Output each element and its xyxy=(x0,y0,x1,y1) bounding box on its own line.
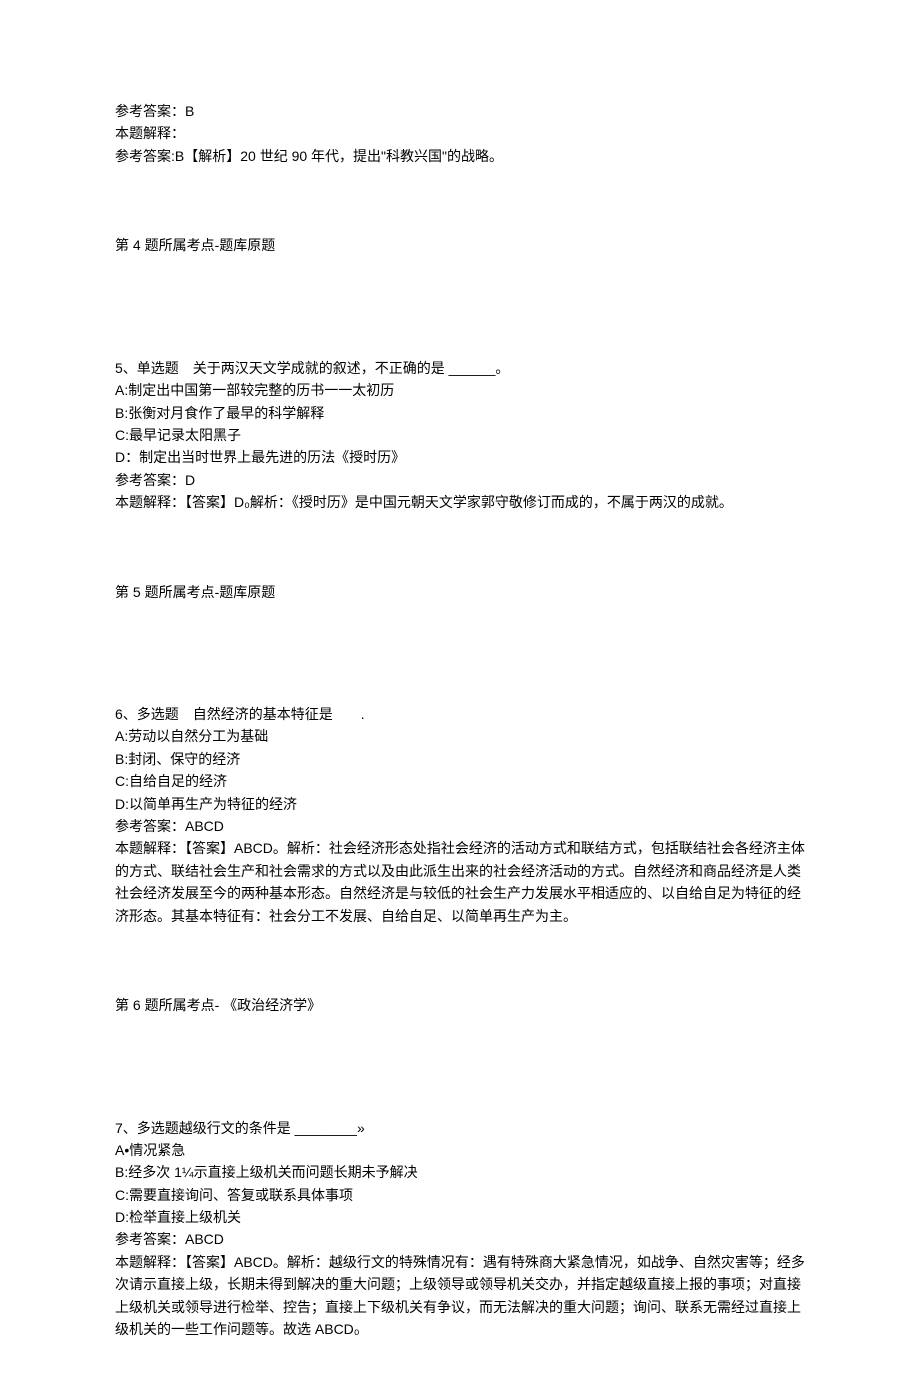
option-b: B:经多次 1¼示直接上级机关而问题长期未予解决 xyxy=(115,1161,805,1183)
question-5: 5、单选题 关于两汉天文学成就的叙述，不正确的是 ______。 A:制定出中国… xyxy=(115,357,805,603)
reference-answer-label: 参考答案： xyxy=(115,472,185,488)
explanation-text: 本题解释：【答案】ABCD。解析：社会经济形态处指社会经济的活动方式和联结方式，… xyxy=(115,837,805,927)
explanation-text: 本题解释：【答案】ABCD。解析：越级行文的特殊情况有：遇有特殊商大紧急情况，如… xyxy=(115,1251,805,1341)
option-c: C:需要直接询问、答复或联系具体事项 xyxy=(115,1184,805,1206)
option-a: A:制定出中国第一部较完整的历书一一太初历 xyxy=(115,379,805,401)
question-header: 5、单选题 关于两汉天文学成就的叙述，不正确的是 ______。 xyxy=(115,357,805,379)
option-c: C:最早记录太阳黑子 xyxy=(115,424,805,446)
option-d: D:检举直接上级机关 xyxy=(115,1206,805,1228)
reference-answer-line: 参考答案：ABCD xyxy=(115,1228,805,1250)
option-b: B:封闭、保守的经济 xyxy=(115,748,805,770)
question-7: 7、多选题越级行文的条件是 ________» A•情况紧急 B:经多次 1¼示… xyxy=(115,1117,805,1341)
option-c: C:自给自足的经济 xyxy=(115,770,805,792)
reference-answer-line: 参考答案：B xyxy=(115,100,805,122)
topic-line: 第 4 题所属考点-题库原题 xyxy=(115,234,805,256)
option-a: A:劳动以自然分工为基础 xyxy=(115,725,805,747)
reference-answer-value: ABCD xyxy=(185,1231,224,1247)
question-6: 6、多选题 自然经济的基本特征是 . A:劳动以自然分工为基础 B:封闭、保守的… xyxy=(115,703,805,1016)
option-a: A•情况紧急 xyxy=(115,1139,805,1161)
reference-answer-label: 参考答案： xyxy=(115,103,185,119)
question-header: 7、多选题越级行文的条件是 ________» xyxy=(115,1117,805,1139)
question-3-tail: 参考答案：B 本题解释： 参考答案:B【解析】20 世纪 90 年代，提出"科教… xyxy=(115,100,805,257)
reference-answer-label: 参考答案： xyxy=(115,818,185,834)
explanation-text: 本题解释：【答案】D₀解析：《授时历》是中国元朝天文学家郭守敬修订而成的，不属于… xyxy=(115,491,805,513)
reference-answer-line: 参考答案：D xyxy=(115,469,805,491)
topic-line: 第 6 题所属考点- 《政治经济学》 xyxy=(115,994,805,1016)
explanation-label: 本题解释： xyxy=(115,122,805,144)
question-header: 6、多选题 自然经济的基本特征是 . xyxy=(115,703,805,725)
reference-answer-label: 参考答案： xyxy=(115,1231,185,1247)
reference-answer-value: D xyxy=(185,472,195,488)
topic-line: 第 5 题所属考点-题库原题 xyxy=(115,581,805,603)
explanation-text: 参考答案:B【解析】20 世纪 90 年代，提出"科教兴国"的战略。 xyxy=(115,145,805,167)
reference-answer-line: 参考答案：ABCD xyxy=(115,815,805,837)
reference-answer-value: B xyxy=(185,103,194,119)
option-d: D:以简单再生产为特征的经济 xyxy=(115,793,805,815)
option-b: B:张衡对月食作了最早的科学解释 xyxy=(115,402,805,424)
option-d: D：制定出当时世界上最先进的历法《授时历》 xyxy=(115,446,805,468)
reference-answer-value: ABCD xyxy=(185,818,224,834)
